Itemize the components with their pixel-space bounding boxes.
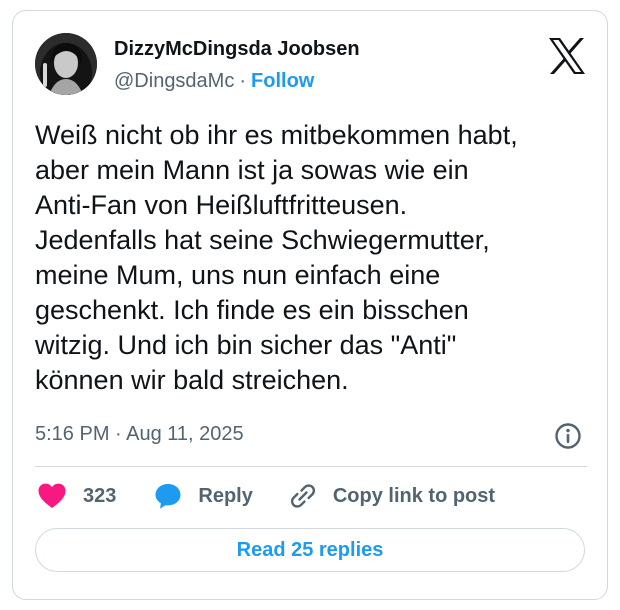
read-replies-button[interactable]: Read 25 replies (35, 528, 585, 572)
link-icon (290, 484, 315, 508)
reply-label: Reply (198, 484, 253, 507)
author-handle-row: @DingsdaMc · Follow (114, 70, 314, 93)
speech-bubble-icon (155, 484, 181, 509)
like-button[interactable]: 323 (37, 482, 116, 510)
post-actions-bar: 323 Reply Copy link to post (35, 478, 495, 514)
author-handle[interactable]: @DingsdaMc (114, 70, 234, 92)
divider (35, 466, 587, 467)
read-replies-label: Read 25 replies (236, 538, 384, 561)
follow-button[interactable]: Follow (251, 70, 314, 92)
handle-separator: · (239, 70, 247, 92)
avatar[interactable] (35, 33, 97, 95)
avatar-image (35, 33, 97, 95)
heart-icon (38, 483, 66, 508)
embedded-post-card: DizzyMcDingsda Joobsen @DingsdaMc · Follow… (12, 10, 608, 600)
copy-link-button[interactable]: Copy link to post (289, 482, 495, 510)
like-count: 323 (83, 484, 117, 507)
post-text: Weiß nicht ob ihr es mitbekommen habt, a… (35, 120, 518, 395)
post-timestamp[interactable]: 5:16 PM · Aug 11, 2025 (35, 423, 244, 446)
info-icon[interactable] (553, 421, 583, 451)
author-display-name[interactable]: DizzyMcDingsda Joobsen (114, 38, 360, 61)
copy-link-label: Copy link to post (332, 484, 496, 507)
x-logo-icon[interactable] (547, 37, 587, 75)
reply-button[interactable]: Reply (154, 482, 253, 510)
